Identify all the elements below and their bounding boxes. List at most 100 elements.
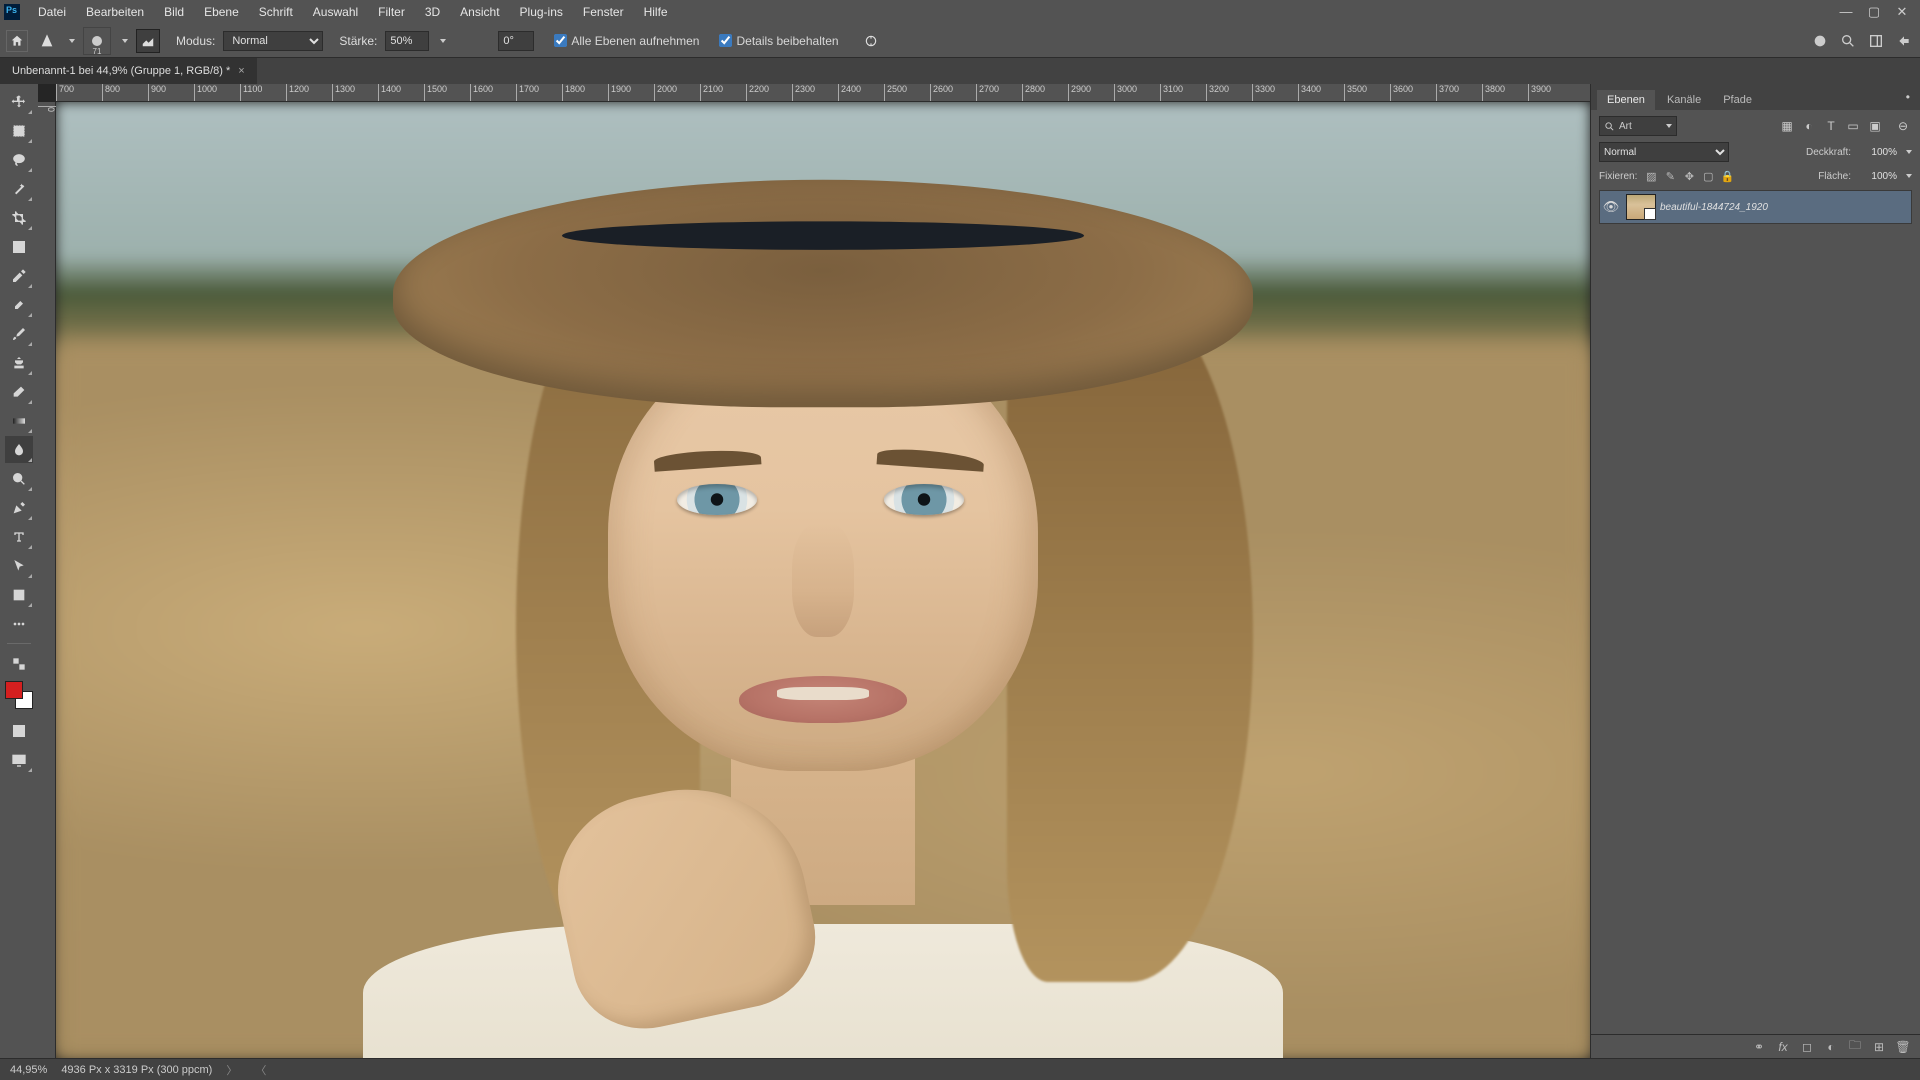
path-select-tool[interactable] xyxy=(5,552,33,579)
menu-file[interactable]: Datei xyxy=(28,0,76,24)
clone-stamp-tool[interactable] xyxy=(5,349,33,376)
pressure-button[interactable] xyxy=(859,29,883,53)
screenmode-tool[interactable] xyxy=(5,746,33,773)
layer-thumbnail[interactable] xyxy=(1626,194,1656,220)
menu-filter[interactable]: Filter xyxy=(368,0,415,24)
blur-tool[interactable] xyxy=(5,436,33,463)
menu-plugins[interactable]: Plug-ins xyxy=(510,0,573,24)
strength-dropdown-icon[interactable] xyxy=(440,39,446,43)
filter-smart-icon[interactable]: ▣ xyxy=(1866,117,1884,135)
filter-shape-icon[interactable]: ▭ xyxy=(1844,117,1862,135)
magic-wand-tool[interactable] xyxy=(5,175,33,202)
menu-edit[interactable]: Bearbeiten xyxy=(76,0,154,24)
home-button[interactable] xyxy=(6,30,28,52)
document-tab-title: Unbenannt-1 bei 44,9% (Gruppe 1, RGB/8) … xyxy=(12,58,230,84)
brush-settings-button[interactable] xyxy=(136,29,160,53)
angle-icon[interactable] xyxy=(466,29,490,53)
marquee-tool[interactable] xyxy=(5,117,33,144)
filter-toggle-icon[interactable]: ⊖ xyxy=(1894,117,1912,135)
menu-layer[interactable]: Ebene xyxy=(194,0,249,24)
crop-tool[interactable] xyxy=(5,204,33,231)
lasso-tool[interactable] xyxy=(5,146,33,173)
panel-menu-icon[interactable]: • xyxy=(1906,90,1910,104)
layer-blend-mode-select[interactable]: Normal xyxy=(1599,142,1729,162)
brush-dropdown-icon[interactable] xyxy=(122,39,128,43)
move-tool[interactable] xyxy=(5,88,33,115)
delete-layer-icon[interactable]: 🗑 xyxy=(1894,1038,1912,1056)
opacity-input[interactable] xyxy=(1857,147,1897,158)
tab-paths[interactable]: Pfade xyxy=(1713,90,1762,110)
opacity-dropdown-icon[interactable] xyxy=(1906,150,1912,154)
document-tab[interactable]: Unbenannt-1 bei 44,9% (Gruppe 1, RGB/8) … xyxy=(0,58,257,84)
close-tab-icon[interactable]: × xyxy=(238,58,244,84)
document-info[interactable]: 4936 Px x 3319 Px (300 ppcm) xyxy=(61,1064,212,1076)
menu-type[interactable]: Schrift xyxy=(249,0,303,24)
layer-mask-icon[interactable]: ◻ xyxy=(1798,1038,1816,1056)
dodge-tool[interactable] xyxy=(5,465,33,492)
eyedropper-tool[interactable] xyxy=(5,262,33,289)
lock-all-icon[interactable]: 🔒 xyxy=(1719,168,1735,184)
close-button[interactable]: ✕ xyxy=(1888,0,1916,24)
layer-visibility-icon[interactable]: 👁 xyxy=(1600,199,1622,215)
sample-all-layers-checkbox[interactable] xyxy=(554,34,567,47)
tab-layers[interactable]: Ebenen xyxy=(1597,90,1655,110)
eraser-tool[interactable] xyxy=(5,378,33,405)
lock-transparency-icon[interactable]: ▨ xyxy=(1643,168,1659,184)
minimize-button[interactable]: — xyxy=(1832,0,1860,24)
more-tools[interactable] xyxy=(5,610,33,637)
tool-preset-dropdown-icon[interactable] xyxy=(69,39,75,43)
tool-preset-icon[interactable] xyxy=(36,30,58,52)
strength-input[interactable] xyxy=(385,31,429,51)
lock-pixels-icon[interactable]: ✎ xyxy=(1662,168,1678,184)
edit-toolbar[interactable] xyxy=(5,650,33,677)
share-icon[interactable] xyxy=(1894,31,1914,51)
angle-input[interactable] xyxy=(498,31,534,51)
menu-view[interactable]: Ansicht xyxy=(450,0,509,24)
quickmask-tool[interactable] xyxy=(5,717,33,744)
workspace-icon[interactable] xyxy=(1866,31,1886,51)
color-swatches[interactable] xyxy=(5,681,33,709)
menu-select[interactable]: Auswahl xyxy=(303,0,368,24)
link-layers-icon[interactable]: ⚭ xyxy=(1750,1038,1768,1056)
menu-window[interactable]: Fenster xyxy=(573,0,634,24)
brush-tool[interactable] xyxy=(5,320,33,347)
healing-brush-tool[interactable] xyxy=(5,291,33,318)
menu-3d[interactable]: 3D xyxy=(415,0,450,24)
lock-position-icon[interactable]: ✥ xyxy=(1681,168,1697,184)
layer-fx-icon[interactable]: fx xyxy=(1774,1038,1792,1056)
zoom-level[interactable]: 44,95% xyxy=(10,1064,47,1076)
horizontal-ruler[interactable]: 7008009001000110012001300140015001600170… xyxy=(56,84,1590,102)
pen-tool[interactable] xyxy=(5,494,33,521)
type-tool[interactable] xyxy=(5,523,33,550)
fill-input[interactable] xyxy=(1857,171,1897,182)
tab-channels[interactable]: Kanäle xyxy=(1657,90,1711,110)
layer-group-icon[interactable]: 🗀 xyxy=(1846,1038,1864,1056)
cloud-icon[interactable] xyxy=(1810,31,1830,51)
status-arrow-icon[interactable]: 〉 xyxy=(226,1062,237,1078)
gradient-tool[interactable] xyxy=(5,407,33,434)
filter-type-icon[interactable]: T xyxy=(1822,117,1840,135)
maximize-button[interactable]: ▢ xyxy=(1860,0,1888,24)
status-nav-left-icon[interactable]: 〈 xyxy=(255,1062,266,1078)
new-layer-icon[interactable]: ⊞ xyxy=(1870,1038,1888,1056)
brush-preview[interactable]: 71 xyxy=(83,27,111,55)
preserve-details-checkbox[interactable] xyxy=(719,34,732,47)
layer-filter-select[interactable]: Art xyxy=(1599,116,1677,136)
layer-row[interactable]: 👁 beautiful-1844724_1920 xyxy=(1599,190,1912,224)
document-canvas[interactable] xyxy=(56,102,1590,1058)
menu-help[interactable]: Hilfe xyxy=(634,0,678,24)
fill-dropdown-icon[interactable] xyxy=(1906,174,1912,178)
layer-name[interactable]: beautiful-1844724_1920 xyxy=(1660,202,1768,213)
filter-adjust-icon[interactable]: ◐ xyxy=(1800,117,1818,135)
foreground-color-swatch[interactable] xyxy=(5,681,23,699)
blend-mode-select[interactable]: Normal xyxy=(223,31,323,51)
shape-tool[interactable] xyxy=(5,581,33,608)
lock-artboard-icon[interactable]: ▢ xyxy=(1700,168,1716,184)
ruler-h-tick: 2000 xyxy=(654,84,677,102)
frame-tool[interactable] xyxy=(5,233,33,260)
filter-pixel-icon[interactable]: ▦ xyxy=(1778,117,1796,135)
menu-image[interactable]: Bild xyxy=(154,0,194,24)
vertical-ruler[interactable]: 0 xyxy=(38,102,56,1058)
adjustment-layer-icon[interactable]: ◐ xyxy=(1822,1038,1840,1056)
search-icon[interactable] xyxy=(1838,31,1858,51)
